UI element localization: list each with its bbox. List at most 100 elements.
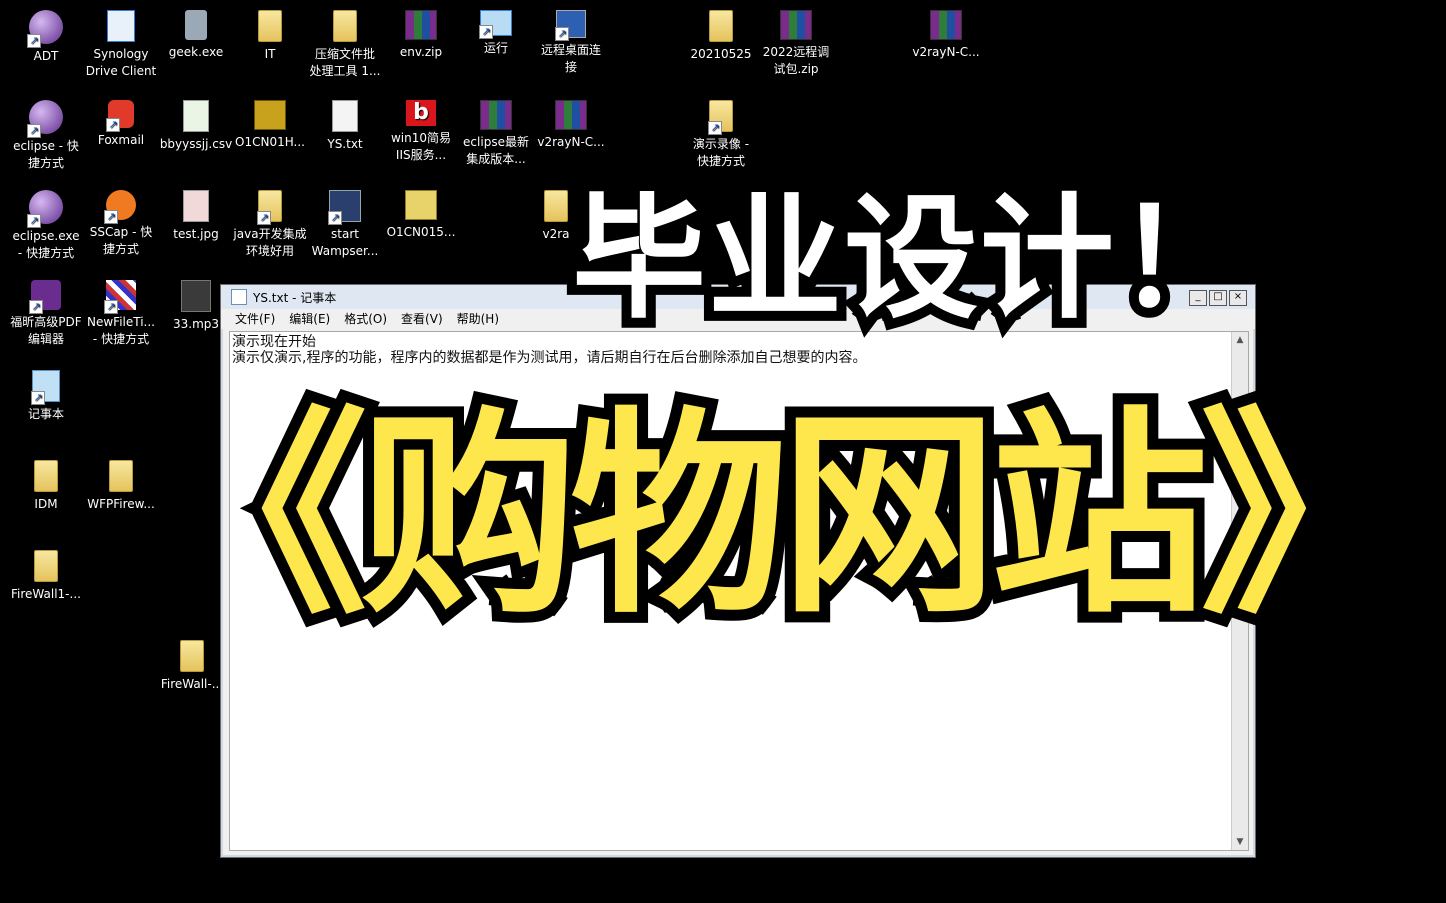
mp3-icon (181, 280, 211, 312)
window-title: YS.txt - 记事本 (253, 290, 337, 305)
desktop-icon-csv[interactable]: bbyyssjj.csv (156, 94, 236, 153)
icon-label: Synology Drive Client (85, 47, 157, 78)
menu-help[interactable]: 帮助(H) (457, 309, 499, 329)
icon-label: start Wampser... (311, 227, 379, 258)
icon-label: WFPFirew... (87, 497, 155, 511)
pdf-icon (29, 280, 61, 314)
desktop-icon-wampserver[interactable]: start Wampser... (305, 184, 385, 260)
icon-label: env.zip (399, 45, 443, 59)
desktop-icon-o1cn01h[interactable]: O1CN01H... (230, 94, 310, 151)
rar-icon (405, 10, 437, 40)
scroll-down-icon[interactable]: ▼ (1232, 834, 1248, 850)
menu-view[interactable]: 查看(V) (401, 309, 443, 329)
icon-label: v2rayN-C... (537, 135, 605, 149)
desktop-icon-notepad[interactable]: 记事本 (6, 364, 86, 423)
desktop-icon-eclipse-latest[interactable]: eclipse最新 集成版本... (456, 94, 536, 168)
desktop-icon-2022-zip[interactable]: 2022远程调 试包.zip (756, 4, 836, 78)
b-icon: b (406, 100, 436, 126)
notepad-app-icon (231, 289, 247, 305)
icon-label: IT (264, 47, 276, 61)
icon-label: java开发集成 环境好用 (233, 227, 307, 258)
synology-icon (107, 10, 135, 42)
icon-label: bbyyssjj.csv (159, 137, 233, 151)
rar-icon (930, 10, 962, 40)
folder-icon (257, 190, 282, 225)
icon-label: IDM (34, 497, 58, 511)
desktop-icon-firewall1[interactable]: FireWall1-... (6, 544, 86, 603)
desktop-icon-it[interactable]: IT (230, 4, 310, 63)
desktop-icon-run[interactable]: 运行 (456, 4, 536, 57)
desktop-icon-v2rayn-2[interactable]: v2rayN-C... (531, 94, 611, 151)
icon-label: win10简易 IIS服务... (390, 131, 452, 162)
desktop-icon-remote-desktop[interactable]: 远程桌面连 接 (531, 4, 611, 76)
desktop-icon-synology[interactable]: Synology Drive Client (81, 4, 161, 80)
eclipse-orb-icon (27, 10, 63, 48)
desktop-icon-20210525[interactable]: 20210525 (681, 4, 761, 63)
icon-label: eclipse.exe - 快捷方式 (12, 229, 80, 260)
jpg-icon (183, 190, 209, 222)
desktop-icon-batch-tool[interactable]: 压缩文件批 处理工具 1... (305, 4, 385, 80)
icon-label: 运行 (483, 41, 508, 55)
overlay-title-line2: 《购物网站》 (139, 379, 1429, 654)
desktop-icon-wfpfirewall[interactable]: WFPFirew... (81, 454, 161, 513)
menu-edit[interactable]: 编辑(E) (289, 309, 330, 329)
folder-icon (709, 10, 733, 42)
desktop-icon-foxmail[interactable]: Foxmail (81, 94, 161, 149)
desktop-icon-sscap[interactable]: SSCap - 快 捷方式 (81, 184, 161, 258)
text-file-icon (332, 100, 358, 132)
notepad-icon (31, 370, 60, 405)
desktop-icon-env-zip[interactable]: env.zip (381, 4, 461, 61)
icon-label: O1CN01H... (235, 135, 305, 149)
icon-label: Foxmail (97, 133, 145, 147)
desktop-icon-test-jpg[interactable]: test.jpg (156, 184, 236, 243)
folder-icon (333, 10, 357, 42)
recycle-bin-icon (185, 10, 207, 40)
icon-label: O1CN015... (386, 225, 456, 239)
sscap-icon (104, 190, 136, 224)
desktop-icon-ys-txt[interactable]: YS.txt (305, 94, 385, 153)
icon-label: NewFileTi... - 快捷方式 (87, 315, 155, 346)
newfiletime-icon (104, 280, 136, 314)
menu-file[interactable]: 文件(F) (235, 309, 275, 329)
desktop-icon-geek[interactable]: geek.exe (156, 4, 236, 61)
eclipse-orb-icon (27, 100, 63, 138)
eclipse-orb-icon (27, 190, 63, 228)
desktop-icon-newfiletime[interactable]: NewFileTi... - 快捷方式 (81, 274, 161, 348)
image-icon (254, 100, 286, 130)
run-icon (479, 10, 512, 39)
icon-label: v2rayN-C... (912, 45, 980, 59)
icon-label: eclipse - 快 捷方式 (13, 139, 79, 170)
desktop-icon-eclipse-exe[interactable]: eclipse.exe - 快捷方式 (6, 184, 86, 262)
icon-label: 压缩文件批 处理工具 1... (309, 47, 381, 78)
desktop-icon-adt[interactable]: ADT (6, 4, 86, 65)
wamp-icon (328, 190, 361, 225)
foxmail-icon (106, 100, 134, 132)
icon-label: 2022远程调 试包.zip (762, 45, 830, 76)
icon-label: 远程桌面连 接 (540, 43, 601, 74)
overlay-title-line1: 毕业设计！ (562, 171, 1260, 347)
folder-icon (258, 10, 282, 42)
desktop-icon-win10-iis[interactable]: b win10简易 IIS服务... (381, 94, 461, 164)
folder-icon (109, 460, 133, 492)
desktop-icon-foxit-pdf[interactable]: 福昕高级PDF 编辑器 (6, 274, 86, 348)
rar-icon (555, 100, 587, 130)
folder-icon (544, 190, 568, 222)
icon-label: ADT (33, 49, 59, 63)
desktop-icon-v2rayn-1[interactable]: v2rayN-C... (906, 4, 986, 61)
icon-label: 福昕高级PDF 编辑器 (10, 315, 82, 346)
folder-icon (34, 550, 58, 582)
desktop-icon-eclipse-shortcut[interactable]: eclipse - 快 捷方式 (6, 94, 86, 172)
icon-label: 记事本 (27, 407, 64, 421)
desktop-icon-java-env[interactable]: java开发集成 环境好用 (230, 184, 310, 260)
folder-icon (708, 100, 733, 135)
icon-label: 20210525 (690, 47, 752, 61)
remote-desktop-icon (555, 10, 586, 41)
desktop-icon-o1cn015[interactable]: O1CN015... (381, 184, 461, 241)
image-icon (405, 190, 437, 220)
rar-icon (480, 100, 512, 130)
icon-label: SSCap - 快 捷方式 (89, 225, 153, 256)
menu-format[interactable]: 格式(O) (344, 309, 387, 329)
icon-label: eclipse最新 集成版本... (463, 135, 529, 166)
rar-icon (780, 10, 812, 40)
desktop-icon-idm[interactable]: IDM (6, 454, 86, 513)
